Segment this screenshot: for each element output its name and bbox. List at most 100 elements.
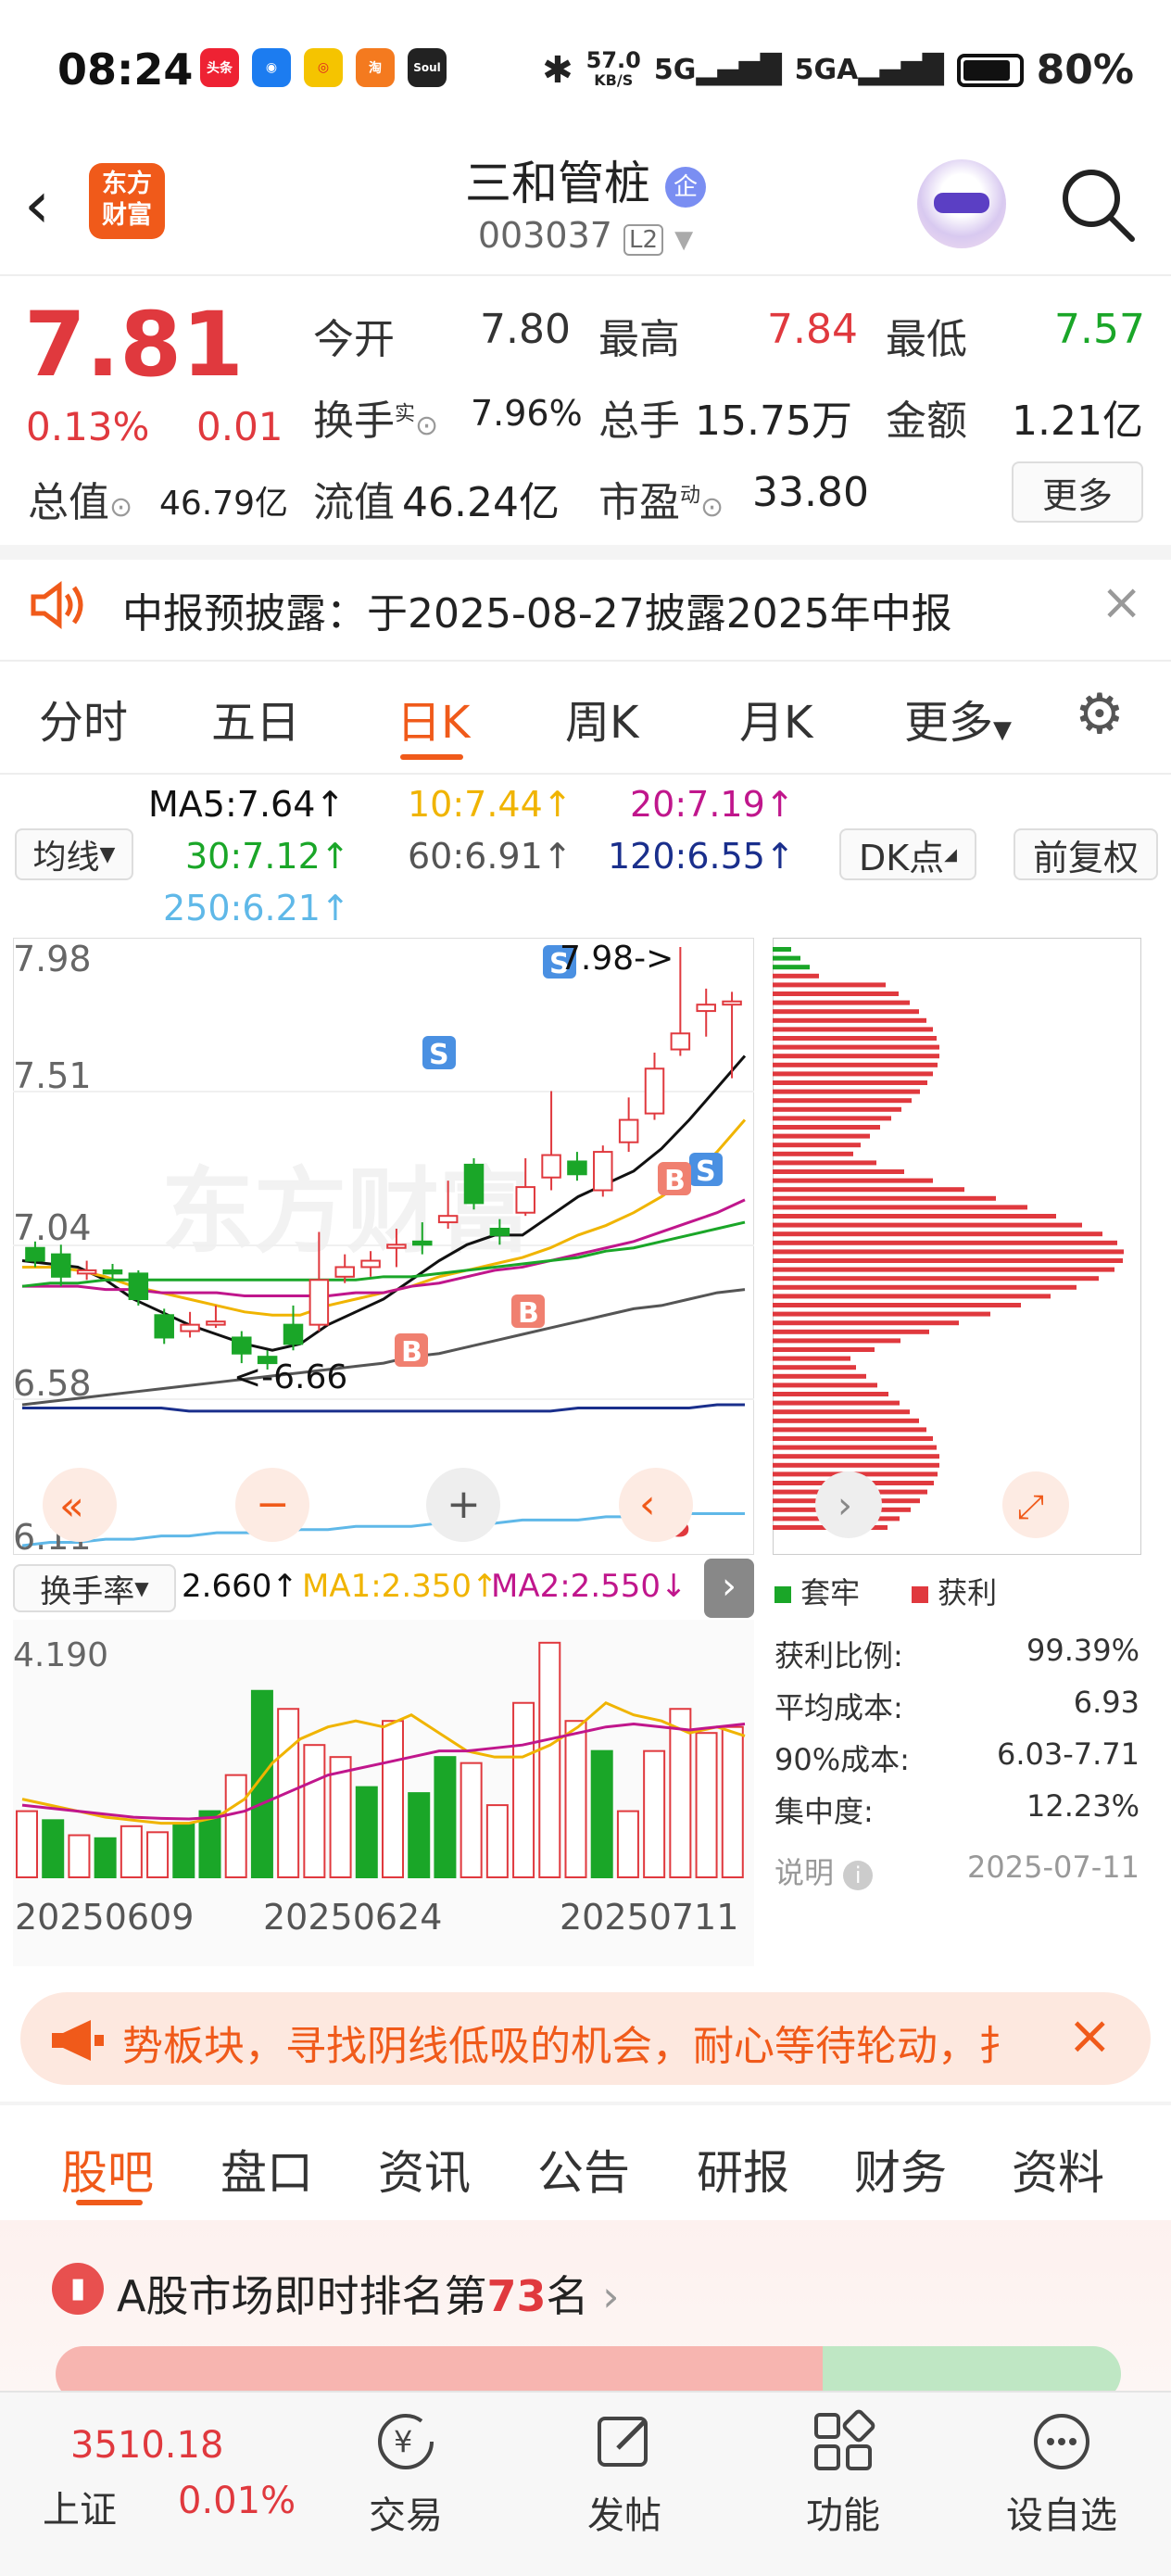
date-label-1: 20250609 xyxy=(15,1897,194,1938)
candle-body xyxy=(670,1032,691,1051)
toutiao-app-icon: 头条 xyxy=(200,48,239,87)
trade-yen-icon: ¥ xyxy=(378,2414,434,2469)
price-adjust-button[interactable]: 前复权 xyxy=(1014,828,1158,880)
y-label-1: 7.98 xyxy=(13,939,92,979)
tab-zhouk[interactable]: 周K xyxy=(565,686,638,751)
candle-body xyxy=(76,1269,97,1275)
tab-guba[interactable]: 股吧 xyxy=(61,2136,154,2203)
signal-label: B xyxy=(401,1336,422,1369)
candle-body xyxy=(283,1323,304,1345)
turnover-rate-chart[interactable]: 4.190 20250609 20250624 20250711 xyxy=(13,1620,754,1966)
candle-body xyxy=(437,1215,459,1224)
avg-cost-value: 6.93 xyxy=(1073,1685,1140,1720)
avg-cost-label: 平均成本: xyxy=(774,1690,903,1725)
chip-bar xyxy=(773,1071,933,1077)
chip-bar xyxy=(773,1267,1114,1272)
nav-functions[interactable]: 功能 xyxy=(769,2409,917,2539)
svg-text:−: − xyxy=(256,1481,290,1528)
turnover-bar xyxy=(564,1720,587,1879)
turnover-bar xyxy=(616,1810,639,1878)
banner-text: 势板块，寻找阴线低吸的机会，耐心等待轮动，扌 xyxy=(122,2023,1019,2070)
candle-body xyxy=(412,1240,433,1246)
y-label-2: 7.51 xyxy=(13,1055,92,1096)
assistant-robot-icon[interactable] xyxy=(917,159,1006,248)
game-app-icon: ◉ xyxy=(252,48,291,87)
chart-settings-gear-icon[interactable]: ⚙ xyxy=(1075,682,1125,747)
banner-close-icon[interactable]: × xyxy=(1067,2003,1113,2066)
candle-body xyxy=(644,1067,665,1115)
turnover-bar xyxy=(512,1701,535,1878)
tab-yanbao[interactable]: 研报 xyxy=(697,2136,789,2203)
candle-body xyxy=(696,1004,716,1013)
candle-body xyxy=(334,1266,355,1278)
tab-wuri[interactable]: 五日 xyxy=(211,686,300,751)
svg-text:‹: ‹ xyxy=(639,1481,656,1528)
tab-rik[interactable]: 日K xyxy=(397,686,470,751)
nav-post[interactable]: 发帖 xyxy=(550,2409,699,2539)
turnover-value: 7.96% xyxy=(471,393,583,434)
low-label: 最低 xyxy=(886,316,967,363)
chip-bar xyxy=(773,1009,919,1015)
turnover-bar xyxy=(382,1720,404,1879)
cost90-value: 6.03-7.71 xyxy=(996,1736,1140,1772)
ma10-legend: 10:7.44↑ xyxy=(408,784,573,825)
chip-bar xyxy=(773,1320,959,1326)
tab-fenshi[interactable]: 分时 xyxy=(39,686,128,751)
mktcap-label: 总值⊙ xyxy=(28,479,133,526)
tab-pankou[interactable]: 盘口 xyxy=(220,2136,313,2203)
profit-ratio-label: 获利比例: xyxy=(774,1638,903,1673)
index-value[interactable]: 3510.18 xyxy=(70,2424,223,2467)
index-name[interactable]: 上证 xyxy=(43,2480,117,2533)
tab-zixun[interactable]: 资讯 xyxy=(378,2136,471,2203)
sub-y-label: 4.190 xyxy=(13,1636,108,1674)
chip-legend-trapped: 套牢 xyxy=(774,1570,860,1612)
tab-more[interactable]: 更多▼ xyxy=(904,686,1012,751)
chip-bar xyxy=(773,1169,904,1174)
chip-bar xyxy=(773,1276,1099,1282)
candle-body xyxy=(386,1244,407,1249)
chip-bar xyxy=(773,1000,910,1005)
ranking-text[interactable]: A股市场即时排名第73名 › xyxy=(117,2263,620,2324)
candle-body xyxy=(128,1272,149,1301)
chip-note-link[interactable]: 说明 i xyxy=(774,1850,874,1892)
tab-gonggao[interactable]: 公告 xyxy=(537,2136,630,2203)
pe-value: 33.80 xyxy=(752,469,869,516)
tab-yuek[interactable]: 月K xyxy=(739,686,812,751)
chip-bar xyxy=(773,1462,939,1468)
active-tab-indicator xyxy=(400,754,463,760)
kline-chart[interactable]: 东方财富 SSSBBBS 7.98 7.51 7.04 6.58 6.11 7.… xyxy=(13,938,754,1555)
expand-panel-button[interactable]: › xyxy=(704,1559,754,1618)
sub-ma1-legend: MA1:2.350↑ xyxy=(302,1568,498,1605)
chip-bar xyxy=(773,1373,866,1379)
more-quote-button[interactable]: 更多 xyxy=(1012,461,1143,523)
candle-body xyxy=(360,1259,381,1269)
index-change[interactable]: 0.01% xyxy=(178,2480,296,2522)
chip-distribution-chart[interactable]: › ⤢ xyxy=(773,938,1141,1555)
high-label: 最高 xyxy=(598,316,680,363)
nav-watchlist[interactable]: 设自选 xyxy=(988,2409,1136,2539)
chip-bar xyxy=(773,1409,910,1415)
tab-caiwu[interactable]: 财务 xyxy=(854,2136,947,2203)
dk-point-button[interactable]: DK点 ◢ xyxy=(839,828,976,880)
chip-bar xyxy=(773,1125,880,1130)
amount-label: 金额 xyxy=(886,398,967,445)
step-left-button[interactable] xyxy=(619,1468,693,1542)
status-time: 08:24 xyxy=(57,44,194,95)
mktcap-value: 46.79亿 xyxy=(159,485,289,523)
turnover-bar xyxy=(538,1641,561,1878)
turnover-bar xyxy=(94,1837,117,1878)
chip-bar xyxy=(773,1080,927,1085)
tab-ziliao[interactable]: 资料 xyxy=(1012,2136,1104,2203)
chip-bar xyxy=(773,1329,929,1334)
sub-indicator-selector[interactable]: 换手率 ▼ xyxy=(13,1564,176,1612)
notice-text[interactable]: 中报预披露：于2025-08-27披露2025年中报 xyxy=(122,580,952,639)
notice-close-icon[interactable]: × xyxy=(1101,573,1142,631)
chip-bar xyxy=(773,1205,1027,1210)
chip-bar xyxy=(773,1027,933,1032)
nav-trade[interactable]: ¥ 交易 xyxy=(332,2409,480,2539)
enterprise-badge: 企 xyxy=(664,166,706,208)
turnover-bar xyxy=(460,1762,483,1878)
ma-selector-button[interactable]: 均线 ▼ xyxy=(15,828,133,880)
search-icon[interactable] xyxy=(1056,163,1140,246)
chip-bar xyxy=(773,1249,1124,1255)
